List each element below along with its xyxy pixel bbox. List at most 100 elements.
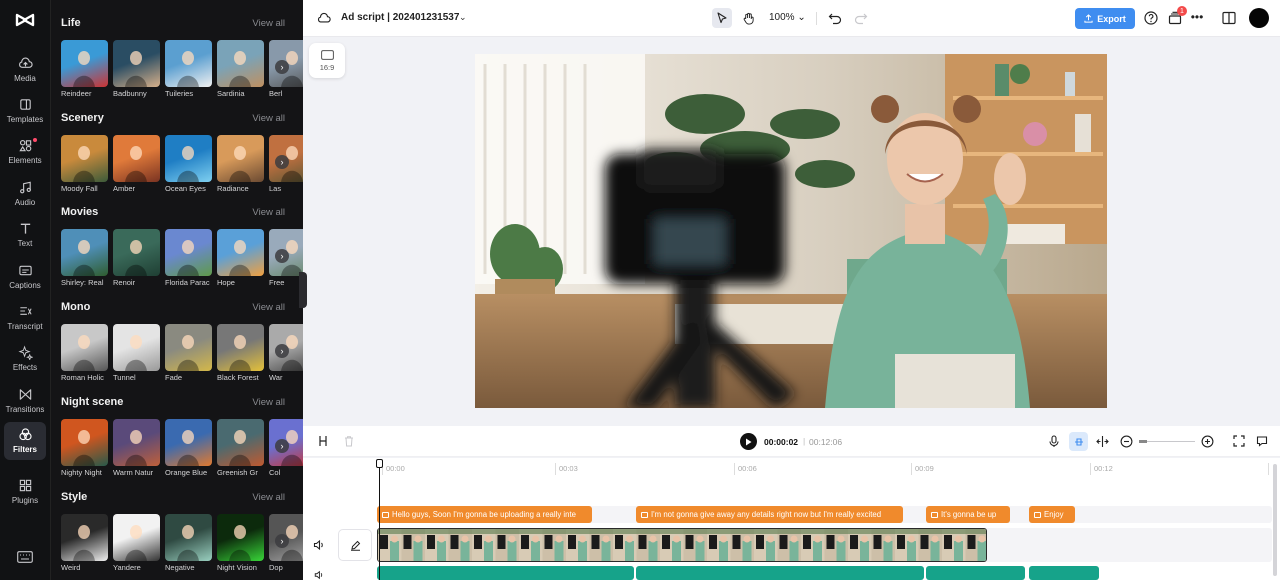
view-all-link[interactable]: View all <box>252 397 285 408</box>
filter-thumbnail[interactable] <box>61 324 108 372</box>
help-icon[interactable] <box>1143 10 1159 26</box>
select-tool-button[interactable] <box>712 8 732 28</box>
view-all-link[interactable]: View all <box>252 302 285 313</box>
chevron-right-icon[interactable]: › <box>275 344 289 359</box>
video-clip[interactable] <box>377 528 987 562</box>
caption-clip[interactable]: Enjoy <box>1029 506 1075 523</box>
filter-thumbnail[interactable] <box>165 40 212 87</box>
nav-item-effects[interactable]: Effects <box>4 343 46 381</box>
filter-thumbnail[interactable] <box>217 134 264 182</box>
trash-icon[interactable] <box>343 435 355 447</box>
user-avatar[interactable] <box>1249 8 1269 28</box>
audio-clip[interactable] <box>377 566 634 580</box>
filter-thumbnail[interactable] <box>61 418 108 466</box>
fullscreen-icon[interactable] <box>1233 435 1245 447</box>
nav-item-transitions[interactable]: Transitions <box>4 385 46 423</box>
filter-thumbnail[interactable] <box>61 40 108 87</box>
filter-thumbnail[interactable] <box>217 40 264 87</box>
split-icon[interactable] <box>317 435 329 447</box>
filter-thumbnail[interactable] <box>165 324 212 372</box>
timeline-scrollbar[interactable] <box>1273 464 1277 576</box>
filter-thumbnail[interactable] <box>217 229 264 277</box>
filter-thumbnail[interactable] <box>61 513 108 561</box>
filter-thumbnail[interactable] <box>61 229 108 277</box>
caption-clip[interactable]: It's gonna be up <box>926 506 1010 523</box>
filter-thumbnail[interactable] <box>217 418 264 466</box>
captions-icon <box>18 265 32 276</box>
filter-name: Yandere <box>113 562 141 572</box>
undo-icon[interactable] <box>827 10 843 26</box>
filter-thumbnail[interactable] <box>217 324 264 372</box>
volume-icon[interactable] <box>313 539 325 551</box>
caption-clip[interactable]: I'm not gonna give away any details righ… <box>636 506 903 523</box>
view-all-link[interactable]: View all <box>252 18 285 29</box>
filter-thumbnail[interactable] <box>113 134 160 182</box>
more-options-icon[interactable]: ••• <box>1189 10 1205 26</box>
filter-thumbnail[interactable] <box>165 229 212 277</box>
zoom-out-icon[interactable] <box>1120 435 1133 448</box>
capcut-logo-icon[interactable] <box>14 9 36 31</box>
edit-track-button[interactable] <box>338 529 372 561</box>
chevron-down-icon[interactable]: ⌄ <box>459 12 467 23</box>
collapse-panel-handle[interactable] <box>299 272 307 308</box>
filter-thumbnail[interactable] <box>113 324 160 372</box>
filter-preview-image <box>177 429 199 466</box>
timeline-zoom-slider[interactable] <box>1139 440 1195 443</box>
filter-thumbnail[interactable] <box>113 513 160 561</box>
filter-thumbnail[interactable] <box>113 40 160 87</box>
view-all-link[interactable]: View all <box>252 207 285 218</box>
nav-item-templates[interactable]: Templates <box>4 95 46 133</box>
nav-item-audio[interactable]: Audio <box>4 178 46 216</box>
slider-knob[interactable] <box>1139 440 1147 443</box>
nav-item-plugins[interactable]: Plugins <box>4 476 46 514</box>
filter-preview-image <box>125 240 147 277</box>
video-preview[interactable] <box>475 54 1107 408</box>
view-all-link[interactable]: View all <box>252 113 285 124</box>
nav-item-transcript[interactable]: Transcript <box>4 302 46 340</box>
keyboard-shortcuts-icon[interactable] <box>17 551 33 563</box>
toggle-sidebar-icon[interactable] <box>1222 11 1236 25</box>
nav-label-text: Text <box>17 239 33 248</box>
view-all-link[interactable]: View all <box>252 492 285 503</box>
zoom-in-icon[interactable] <box>1201 435 1214 448</box>
chevron-right-icon[interactable]: › <box>275 533 289 548</box>
filter-thumbnail[interactable] <box>217 513 264 561</box>
audio-volume-icon[interactable] <box>313 570 325 580</box>
zoom-level-dropdown[interactable]: 100% ⌄ <box>769 12 806 23</box>
play-button[interactable] <box>740 433 757 450</box>
filter-thumbnail[interactable] <box>165 134 212 182</box>
audio-clip[interactable] <box>1029 566 1099 580</box>
nav-item-media[interactable]: Media <box>4 54 46 92</box>
export-button[interactable]: Export <box>1075 8 1135 29</box>
nav-item-captions[interactable]: Captions <box>4 261 46 299</box>
filter-preview-image <box>177 335 199 372</box>
aspect-ratio-button[interactable]: 16:9 <box>309 43 345 78</box>
filter-name: Night Vision <box>217 562 257 572</box>
filter-thumbnail[interactable] <box>165 513 212 561</box>
nav-label-filters: Filters <box>12 445 37 454</box>
caption-clip[interactable]: Hello guys, Soon I'm gonna be uploading … <box>377 506 592 523</box>
nav-item-elements[interactable]: Elements <box>4 136 46 174</box>
chevron-right-icon[interactable]: › <box>275 438 289 453</box>
audio-clip[interactable] <box>636 566 924 580</box>
filter-preview-image <box>229 335 251 372</box>
nav-item-filters[interactable]: Filters <box>4 422 46 460</box>
project-title[interactable]: Ad script | 202401231537 <box>341 12 459 23</box>
microphone-icon[interactable] <box>1048 435 1060 448</box>
playhead-handle[interactable] <box>376 459 383 468</box>
redo-icon[interactable] <box>853 10 869 26</box>
cloud-save-icon[interactable] <box>317 11 331 25</box>
filter-thumbnail[interactable] <box>165 418 212 466</box>
filter-thumbnail[interactable] <box>113 418 160 466</box>
magnet-snap-button[interactable] <box>1069 432 1088 451</box>
audio-clip[interactable] <box>926 566 1025 580</box>
split-view-icon[interactable] <box>1096 435 1109 448</box>
chevron-right-icon[interactable]: › <box>275 154 289 169</box>
filter-thumbnail[interactable] <box>113 229 160 277</box>
filter-thumbnail[interactable] <box>61 134 108 182</box>
hand-tool-button[interactable] <box>739 9 757 27</box>
comment-icon[interactable] <box>1256 435 1268 447</box>
chevron-right-icon[interactable]: › <box>275 60 289 74</box>
nav-item-text[interactable]: Text <box>4 219 46 257</box>
playhead[interactable] <box>379 459 380 580</box>
